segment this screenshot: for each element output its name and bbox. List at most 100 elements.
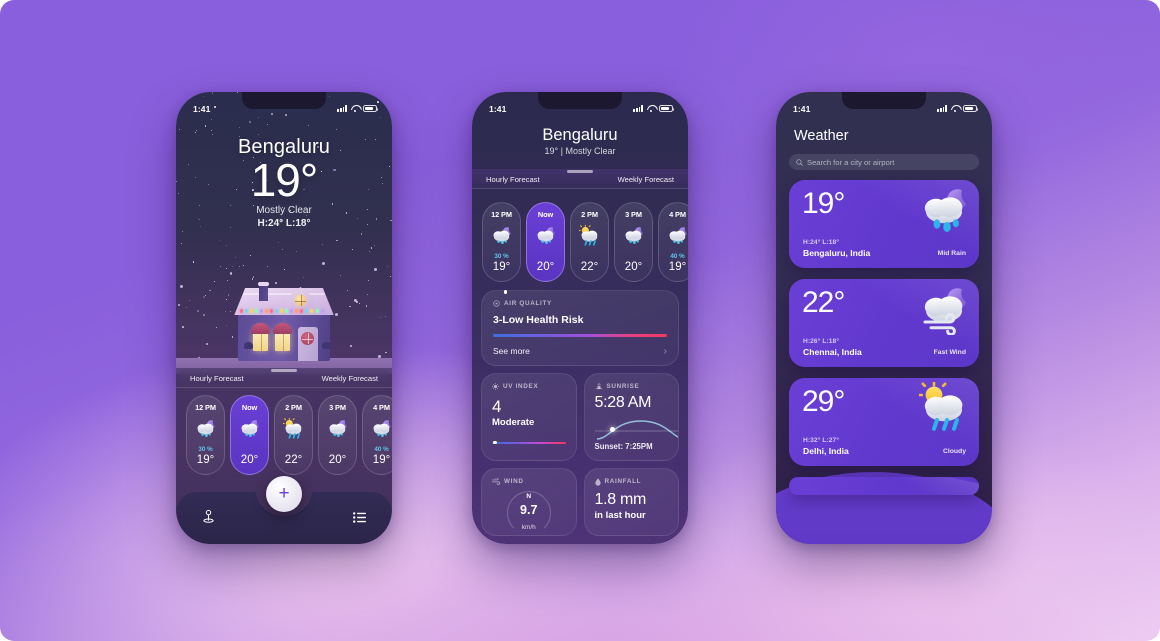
sunrise-time: 5:28 AM [594,393,652,411]
hourly-forecast-item[interactable]: Now 20° [230,395,269,475]
hourly-forecast-item[interactable]: 4 PM 40 % 19° [658,202,688,282]
uv-index-descriptor: Moderate [492,416,535,428]
status-time: 1:41 [193,103,211,114]
city-high-low: H:26° L:18° [803,338,840,345]
phone-city-list-screen: Weather Search for a city or airport 19°… [776,92,992,544]
tab-weekly-forecast[interactable]: Weekly Forecast [284,374,378,383]
rainfall-card[interactable]: RAINFALL 1.8 mm in last hour [583,467,679,536]
battery-icon [363,104,379,113]
list-icon[interactable] [353,510,366,528]
hourly-temperature: 19° [492,261,511,273]
hourly-temperature: 19° [668,261,687,273]
city-condition: Fast Wind [933,349,966,356]
page-title: Bengaluru [542,126,618,144]
sunrise-card[interactable]: SUNRISE 5:28 AM Sunset: 7:25PM [583,372,679,461]
cellular-bars-icon [633,105,643,112]
city-condition: Mid Rain [937,250,966,257]
hourly-forecast-item[interactable]: 3 PM 20° [318,395,357,475]
sun-position-marker [609,426,615,432]
sun-cloud-rain-icon [281,417,305,445]
current-temperature: 19° [250,154,319,206]
hourly-forecast-item[interactable]: 3 PM 20° [614,202,653,282]
sunrise-icon [595,382,602,389]
cloud-snow-night-icon [371,418,393,445]
hourly-forecast-item[interactable]: Now 20° [526,202,565,282]
city-temperature: 19° [802,187,845,220]
wifi-icon [351,105,360,112]
city-temperature: 29° [802,385,845,418]
add-location-button[interactable]: + [266,476,302,512]
tab-weekly-forecast[interactable]: Weekly Forecast [580,175,674,184]
hourly-forecast-item[interactable]: 2 PM 22° [570,202,609,282]
forecast-tabs: Hourly Forecast Weekly Forecast [472,169,688,189]
city-name: Chennai, India [803,347,862,357]
notch [538,92,622,109]
hourly-forecast-item[interactable]: 12 PM 30 % 19° [482,202,521,282]
city-high-low: H:32° L:27° [803,437,840,444]
phone-home-screen: Bengaluru 19° Mostly Clear H:24° L:18° H… [176,92,392,544]
city-condition: Cloudy [942,448,966,455]
air-quality-bar [493,290,667,337]
notch [842,92,926,109]
wifi-icon [647,105,656,112]
precipitation-chance: 40 % [374,446,389,453]
hourly-time: Now [241,403,258,412]
uv-index-marker [493,441,497,445]
hourly-time: 2 PM [285,403,302,412]
hourly-forecast-item[interactable]: 12 PM 30 % 19° [186,395,225,475]
current-condition: Mostly Clear [256,204,312,216]
header-subtitle: 19° | Mostly Clear [544,146,616,156]
air-quality-marker [503,290,508,294]
cloud-snow-night-icon [535,225,557,252]
hourly-time: 12 PM [195,403,216,412]
air-quality-card[interactable]: AIR QUALITY 3-Low Health Risk See more › [481,290,679,366]
search-placeholder: Search for a city or airport [807,157,895,167]
wind-card[interactable]: WIND N 9.7 km/h [481,467,577,536]
hourly-time: 12 PM [491,210,512,219]
add-location-label: + [278,482,290,504]
rainfall-period: in last hour [594,509,646,521]
hourly-forecast-list[interactable]: 12 PM 30 % 19° Now 20° 2 PM 22° 3 PM 20°… [481,195,688,282]
city-weather-card[interactable]: 22° H:26° L:18° Chennai, India Fast Wind [789,279,979,367]
status-time: 1:41 [489,103,507,114]
city-high-low: H:24° L:18° [803,239,840,246]
hourly-temperature: 19° [196,454,215,466]
city-weather-card[interactable]: 29° H:32° L:27° Delhi, India Cloudy [789,378,979,466]
chevron-right-icon[interactable]: › [664,346,667,357]
precipitation-chance: 40 % [670,253,685,260]
cloud-snow-night-icon [239,418,261,445]
air-quality-icon [493,300,500,307]
drag-handle[interactable] [567,170,593,173]
sun-cloud-rain-icon [577,224,601,252]
hourly-temperature: 22° [284,454,303,466]
uv-index-label: UV INDEX [503,382,539,390]
hourly-forecast-item[interactable]: 4 PM 40 % 19° [362,395,392,475]
hourly-temperature: 20° [328,454,347,466]
search-input[interactable]: Search for a city or airport [789,154,979,170]
house-illustration [176,254,392,374]
sun-cloud-rain-icon [917,380,971,439]
city-list[interactable]: 19° H:24° L:18° Bengaluru, India Mid Rai… [789,180,979,544]
wind-icon [492,477,500,485]
hourly-forecast-item[interactable]: 2 PM 22° [274,395,313,475]
high-low-temps: H:24° L:18° [257,217,311,229]
tab-hourly-forecast[interactable]: Hourly Forecast [190,374,284,383]
city-weather-card[interactable]: 19° H:24° L:18° Bengaluru, India Mid Rai… [789,180,979,268]
wind-compass: N 9.7 km/h [492,488,566,535]
city-temperature: 22° [802,286,845,319]
hourly-forecast-list[interactable]: 12 PM 30 % 19° Now 20° 2 PM 22° 3 PM 20°… [176,388,392,475]
city-name: Delhi, India [803,446,849,456]
details-header: Bengaluru 19° | Mostly Clear [472,126,688,156]
uv-index-card[interactable]: UV INDEX 4 Moderate [481,372,577,461]
cloud-rain-night-icon [919,184,971,241]
location-pin-icon[interactable] [202,509,215,528]
air-quality-value: 3-Low Health Risk [493,314,584,326]
cloud-wind-night-icon [919,283,971,340]
hourly-time: 3 PM [625,210,642,219]
city-weather-card-partial[interactable] [789,477,979,495]
see-more-link[interactable]: See more [493,346,530,356]
drag-handle[interactable] [271,369,297,372]
cloud-snow-night-icon [195,418,217,445]
hourly-temperature: 20° [624,261,643,273]
tab-hourly-forecast[interactable]: Hourly Forecast [486,175,580,184]
